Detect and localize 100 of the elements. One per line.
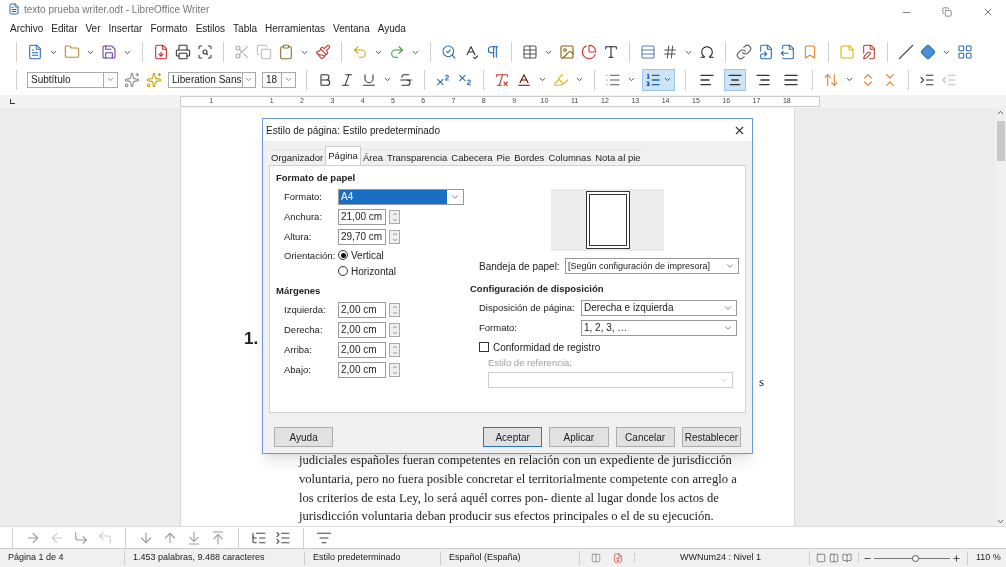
- book-view-icon[interactable]: [842, 553, 852, 564]
- register-checkbox[interactable]: Conformidad de registro: [470, 338, 739, 356]
- paragraph-style-field[interactable]: Subtítulo: [27, 71, 118, 88]
- caption-icon[interactable]: [780, 44, 796, 61]
- format-dropdown[interactable]: A4: [338, 189, 464, 205]
- spin-field[interactable]: 2,00 cm: [338, 342, 386, 358]
- numbered-list-icon[interactable]: [645, 71, 661, 88]
- spin-field[interactable]: 29,70 cm: [338, 229, 386, 245]
- update-style-icon[interactable]: [124, 71, 140, 88]
- line-icon[interactable]: [898, 44, 914, 61]
- pilcrow-icon[interactable]: [485, 44, 501, 61]
- section-heading: Formato de papel: [276, 171, 357, 185]
- menu-item[interactable]: Estilos: [195, 21, 226, 37]
- field-label: Estilo de referencia:: [487, 356, 573, 370]
- bookmark-icon[interactable]: [802, 44, 818, 61]
- text-fragment: s: [758, 372, 764, 391]
- spin-field[interactable]: 2,00 cm: [338, 362, 386, 378]
- font-size-field[interactable]: 18: [262, 71, 296, 88]
- menu-item[interactable]: Tabla: [233, 21, 257, 37]
- menu-item[interactable]: Insertar: [108, 21, 143, 37]
- pdf-icon[interactable]: [153, 44, 169, 61]
- save-icon[interactable]: [101, 44, 117, 61]
- spin-field[interactable]: 21,00 cm: [338, 209, 386, 225]
- footnote-icon[interactable]: [758, 44, 774, 61]
- zoom-in-icon[interactable]: [952, 553, 961, 563]
- scrollbar-thumb[interactable]: [996, 121, 1005, 162]
- field-label: Disposición de página:: [479, 300, 576, 315]
- document-modified-icon[interactable]: [613, 553, 623, 564]
- page-count: Página 1 de 4: [0, 551, 125, 565]
- field-label: Abajo:: [283, 362, 312, 377]
- diamond-icon[interactable]: [920, 44, 936, 61]
- grid-icon[interactable]: [957, 44, 973, 61]
- list-level-status: WWNum24 : Nivel 1: [635, 551, 810, 565]
- bold-icon[interactable]: [317, 71, 333, 88]
- track-changes-icon[interactable]: [861, 44, 877, 61]
- clipboard-icon[interactable]: [278, 44, 294, 61]
- dialog-button[interactable]: Ayuda: [274, 427, 334, 447]
- section-heading: Márgenes: [276, 284, 322, 298]
- page-style-status: Estilo predeterminado: [305, 551, 441, 565]
- multi-page-icon[interactable]: [829, 553, 839, 564]
- spellcheck-icon[interactable]: [463, 44, 479, 61]
- font-name-field[interactable]: Liberation Sans: [168, 71, 256, 88]
- menu-item[interactable]: Formato: [150, 21, 188, 37]
- strikethrough-icon[interactable]: [398, 71, 414, 88]
- menu-item[interactable]: Ayuda: [377, 21, 406, 37]
- menu-item[interactable]: Archivo: [10, 21, 44, 37]
- window-title: texto prueba writer.odt - LibreOffice Writer: [24, 2, 210, 17]
- word-count: 1.453 palabras, 9.488 caracteres: [125, 551, 305, 565]
- redo-icon[interactable]: [389, 44, 405, 61]
- dialog-button[interactable]: Aplicar: [549, 427, 609, 447]
- paintbrush-icon[interactable]: [315, 44, 331, 61]
- zoom-slider[interactable]: [874, 553, 950, 563]
- layout-dropdown[interactable]: Derecha e izquierda: [581, 300, 737, 316]
- print-preview-icon[interactable]: [197, 44, 213, 61]
- menu-item[interactable]: Editar: [51, 21, 78, 37]
- app-icon: [8, 3, 20, 15]
- pie-chart-icon[interactable]: [581, 44, 597, 61]
- spin-field[interactable]: 2,00 cm: [338, 302, 386, 318]
- menu-item[interactable]: Herramientas: [265, 21, 326, 37]
- restore-icon[interactable]: [942, 7, 952, 17]
- dialog-tab[interactable]: Página: [325, 146, 361, 165]
- search-icon[interactable]: [441, 44, 457, 61]
- folder-icon[interactable]: [64, 44, 80, 61]
- dialog-button[interactable]: Restablecer: [681, 427, 741, 447]
- field-label: Formato:: [479, 320, 518, 335]
- vertical-scrollbar[interactable]: [995, 108, 1006, 526]
- zoom-slider-thumb[interactable]: [912, 554, 920, 562]
- table-icon[interactable]: [522, 44, 538, 61]
- dialog-button[interactable]: Cancelar: [615, 427, 675, 447]
- heading-number: 1.: [244, 328, 259, 351]
- orientation-radio[interactable]: Vertical: [338, 247, 397, 263]
- omega-icon[interactable]: [699, 44, 715, 61]
- printer-icon[interactable]: [175, 44, 191, 61]
- layout-dropdown[interactable]: 1, 2, 3, …: [581, 320, 737, 336]
- page-break-icon[interactable]: [640, 44, 656, 61]
- field-label: Anchura:: [283, 209, 324, 224]
- demote-icon[interactable]: [73, 529, 89, 546]
- tab-stop-icon[interactable]: [10, 98, 15, 104]
- underline-icon[interactable]: [361, 71, 377, 88]
- italic-icon[interactable]: [339, 71, 355, 88]
- menu-item[interactable]: Ver: [85, 21, 101, 37]
- font-color-icon[interactable]: [516, 71, 532, 88]
- list-collapse-icon[interactable]: [275, 529, 291, 546]
- field-icon[interactable]: [662, 44, 678, 61]
- single-page-icon[interactable]: [816, 553, 826, 564]
- link-icon[interactable]: [736, 44, 752, 61]
- numbered-list-button[interactable]: [642, 68, 675, 91]
- spin-field[interactable]: 2,00 cm: [338, 322, 386, 338]
- menu-item[interactable]: Ventana: [333, 21, 370, 37]
- dialog-title: Estilo de página: Estilo predeterminado: [266, 123, 440, 138]
- image-icon[interactable]: [559, 44, 575, 61]
- document-icon[interactable]: [27, 44, 43, 61]
- orientation-radio[interactable]: Horizontal: [338, 263, 397, 279]
- dialog-button[interactable]: Aceptar: [483, 427, 543, 447]
- paper-tray-dropdown[interactable]: [Según configuración de impresora]: [565, 258, 739, 274]
- language-status: Español (España): [441, 551, 580, 565]
- line-spacing-icon[interactable]: [823, 71, 839, 88]
- body-paragraph: judiciales españoles fueran competentes en relación con un expediente de jurisdicción voluntaria, pero no fuera posible concretar el territorialmente competente con arreglo a los criterios de esta Ley, lo será aquél corres pon- diente al lugar donde los actos de jurisdicción voluntaria deban producir sus efectos principales o el de su ejecución.: [299, 452, 738, 526]
- clear-formatting-icon[interactable]: [494, 71, 510, 88]
- text-box-icon[interactable]: [603, 44, 619, 61]
